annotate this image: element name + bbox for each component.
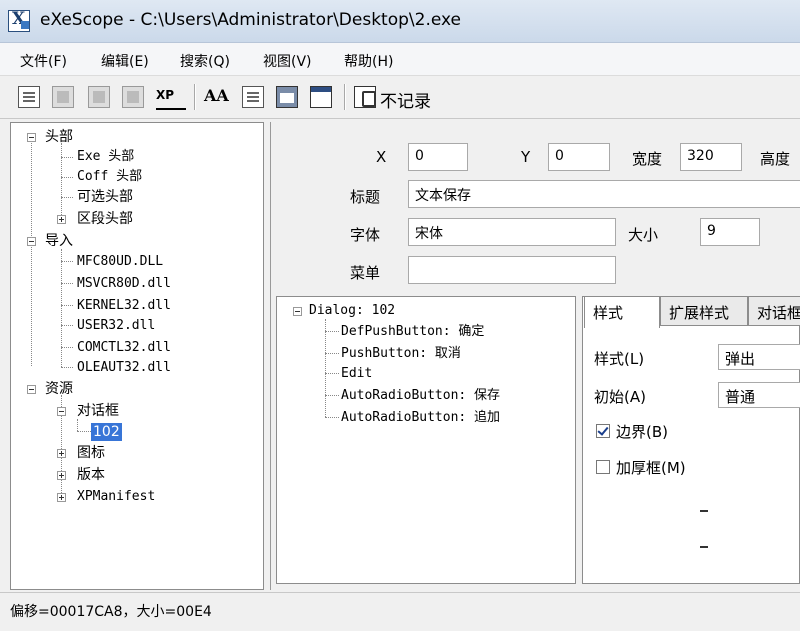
menu-view[interactable]: 视图(V) bbox=[263, 51, 312, 71]
tree-node-icon[interactable]: 图标 bbox=[77, 444, 105, 462]
tree-node-dll[interactable]: MFC80UD.DLL bbox=[77, 253, 163, 271]
tree-node-section-header[interactable]: 区段头部 bbox=[77, 210, 133, 228]
save-as-disabled-icon[interactable] bbox=[88, 86, 110, 108]
collapse-icon[interactable] bbox=[293, 307, 302, 316]
app-icon: X bbox=[8, 9, 30, 32]
control-node[interactable]: PushButton: 取消 bbox=[341, 345, 461, 363]
control-node[interactable]: AutoRadioButton: 保存 bbox=[341, 387, 500, 405]
tree-node-dll[interactable]: COMCTL32.dll bbox=[77, 339, 171, 357]
expand-icon[interactable] bbox=[57, 493, 66, 502]
status-text: 偏移=00017CA8，大小=00E4 bbox=[10, 604, 212, 620]
y-input[interactable]: 0 bbox=[548, 143, 610, 171]
font-input[interactable]: 宋体 bbox=[408, 218, 616, 246]
control-node[interactable]: AutoRadioButton: 追加 bbox=[341, 409, 500, 427]
y-label: Y bbox=[521, 148, 531, 166]
tab-style[interactable]: 样式 bbox=[584, 296, 660, 328]
collapse-icon[interactable] bbox=[27, 385, 36, 394]
dash-mark bbox=[700, 546, 708, 548]
init-label: 初始(A) bbox=[594, 388, 646, 406]
save-disabled-icon[interactable] bbox=[52, 86, 74, 108]
style-label: 样式(L) bbox=[594, 350, 645, 368]
width-label: 宽度 bbox=[632, 150, 663, 168]
view-text-icon[interactable] bbox=[242, 86, 264, 108]
tree-node-dll[interactable]: KERNEL32.dll bbox=[77, 297, 171, 315]
border-label[interactable]: 边界(B) bbox=[616, 421, 668, 442]
dialog-editor-icon[interactable] bbox=[276, 86, 298, 108]
width-input[interactable]: 320 bbox=[680, 143, 742, 171]
x-input[interactable]: 0 bbox=[408, 143, 468, 171]
status-bar: 偏移=00017CA8，大小=00E4 bbox=[0, 592, 800, 631]
tree-node-optional-header[interactable]: 可选头部 bbox=[77, 188, 133, 206]
open-file-icon[interactable] bbox=[18, 86, 40, 108]
caption-input[interactable]: 文本保存 bbox=[408, 180, 800, 208]
window-preview-icon[interactable] bbox=[310, 86, 332, 108]
tree-node-dll[interactable]: OLEAUT32.dll bbox=[77, 359, 171, 377]
collapse-icon[interactable] bbox=[27, 237, 36, 246]
window-title: eXeScope - C:\Users\Administrator\Deskto… bbox=[40, 10, 462, 30]
tree-node-exe-header[interactable]: Exe 头部 bbox=[77, 148, 134, 166]
menu-label: 菜单 bbox=[350, 264, 381, 282]
collapse-icon[interactable] bbox=[57, 407, 66, 416]
resource-tree[interactable]: 头部 Exe 头部 Coff 头部 可选头部 区段头部 导入 MFC80UD.D… bbox=[10, 122, 264, 590]
title-bar[interactable]: X eXeScope - C:\Users\Administrator\Desk… bbox=[0, 0, 800, 43]
tree-node-header[interactable]: 头部 bbox=[45, 128, 73, 146]
copy-disabled-icon[interactable] bbox=[122, 86, 144, 108]
tree-node-dialog[interactable]: 对话框 bbox=[77, 402, 119, 420]
dash-mark bbox=[700, 510, 708, 512]
tree-node-dll[interactable]: MSVCR80D.dll bbox=[77, 275, 171, 293]
tree-node-xpmanifest[interactable]: XPManifest bbox=[77, 488, 155, 506]
tree-node-dialog-102[interactable]: 102 bbox=[91, 423, 122, 441]
thick-frame-checkbox[interactable] bbox=[596, 460, 610, 474]
menu-search[interactable]: 搜索(Q) bbox=[180, 51, 230, 71]
thick-frame-label[interactable]: 加厚框(M) bbox=[616, 457, 686, 478]
menu-edit[interactable]: 编辑(E) bbox=[101, 51, 149, 71]
font-label: 字体 bbox=[350, 226, 381, 244]
tab-dialog[interactable]: 对话框 bbox=[748, 296, 800, 326]
style-properties bbox=[582, 296, 800, 584]
font-icon[interactable]: AA bbox=[204, 86, 230, 108]
tree-node-import[interactable]: 导入 bbox=[45, 232, 73, 250]
border-checkbox[interactable] bbox=[596, 424, 610, 438]
height-label: 高度 bbox=[760, 150, 791, 168]
tree-node-version[interactable]: 版本 bbox=[77, 466, 105, 484]
tree-node-resources[interactable]: 资源 bbox=[45, 380, 73, 398]
size-input[interactable]: 9 bbox=[700, 218, 760, 246]
size-label: 大小 bbox=[628, 226, 659, 244]
control-node[interactable]: Edit bbox=[341, 365, 372, 383]
no-record-icon[interactable] bbox=[354, 86, 376, 108]
menu-bar: 文件(F) 编辑(E) 搜索(Q) 视图(V) 帮助(H) bbox=[0, 43, 800, 76]
init-select[interactable]: 普通 bbox=[718, 382, 800, 408]
menu-help[interactable]: 帮助(H) bbox=[344, 51, 393, 71]
tree-node-coff-header[interactable]: Coff 头部 bbox=[77, 168, 142, 186]
control-node[interactable]: DefPushButton: 确定 bbox=[341, 323, 484, 341]
style-select[interactable]: 弹出 bbox=[718, 344, 800, 370]
x-label: X bbox=[376, 148, 387, 166]
expand-icon[interactable] bbox=[57, 449, 66, 458]
menu-file[interactable]: 文件(F) bbox=[20, 51, 67, 71]
expand-icon[interactable] bbox=[57, 471, 66, 480]
dialog-control-tree[interactable]: Dialog: 102 DefPushButton: 确定 PushButton… bbox=[276, 296, 576, 584]
collapse-icon[interactable] bbox=[27, 133, 36, 142]
tree-node-dll[interactable]: USER32.dll bbox=[77, 317, 155, 335]
dialog-root-node[interactable]: Dialog: 102 bbox=[309, 302, 395, 320]
caption-label: 标题 bbox=[350, 188, 381, 206]
xp-manifest-icon[interactable]: XP bbox=[156, 88, 186, 110]
menu-input[interactable] bbox=[408, 256, 616, 284]
expand-icon[interactable] bbox=[57, 215, 66, 224]
no-record-label[interactable]: 不记录 bbox=[380, 87, 431, 112]
toolbar: XP AA 不记录 bbox=[0, 76, 800, 119]
tab-extended-style[interactable]: 扩展样式 bbox=[660, 296, 748, 326]
